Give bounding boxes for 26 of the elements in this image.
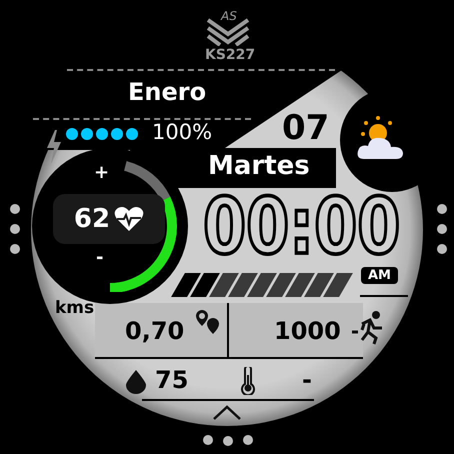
partly-cloudy-icon xyxy=(356,115,406,161)
plus-sign: + xyxy=(94,164,110,182)
thermometer-icon xyxy=(241,367,255,395)
distance-value: 0,70 xyxy=(125,319,184,343)
am-pm-label: AM xyxy=(361,267,398,284)
month-label: Enero xyxy=(128,80,206,104)
battery-percent: 100% xyxy=(152,122,212,143)
heart-rate-value: 62 xyxy=(74,206,110,232)
location-pins-icon xyxy=(196,310,220,334)
distance-unit: kms xyxy=(55,300,94,317)
caret-up-icon[interactable] xyxy=(213,405,241,421)
page-dots-icon[interactable] xyxy=(436,203,448,255)
heartbeat-icon xyxy=(114,206,144,232)
water-drop-icon xyxy=(126,370,146,394)
minus-sign: - xyxy=(96,249,104,267)
lightning-icon xyxy=(45,130,63,164)
logo-monogram: AS xyxy=(221,10,237,22)
temperature-value: - xyxy=(302,368,312,392)
page-dots-icon[interactable] xyxy=(9,203,21,255)
logo-model: KS227 xyxy=(205,48,256,62)
steps-value: 1000 xyxy=(274,319,341,343)
humidity-value: 75 xyxy=(155,368,188,392)
day-number: 07 xyxy=(282,111,330,145)
time-display: 00:00 xyxy=(203,188,400,266)
page-dots-icon[interactable] xyxy=(202,434,254,446)
weekday-label: Martes xyxy=(208,153,310,179)
